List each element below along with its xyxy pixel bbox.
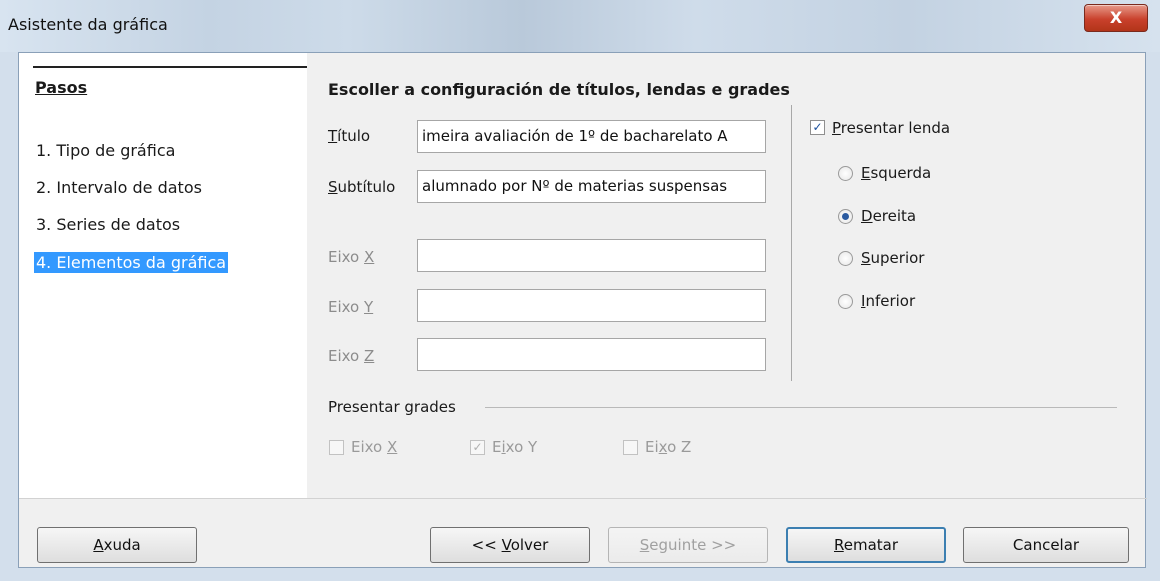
title-label: Título xyxy=(328,127,371,145)
close-button[interactable]: X xyxy=(1084,4,1148,32)
steps-panel: Pasos 1. Tipo de gráfica 2. Intervalo de… xyxy=(19,53,307,498)
grids-group-label: Presentar grades xyxy=(328,398,456,416)
grid-x-checkbox[interactable] xyxy=(329,440,344,455)
next-button[interactable]: Seguinte >> xyxy=(608,527,768,563)
legend-top-label[interactable]: Superior xyxy=(861,249,924,267)
z-axis-label: Eixo Z xyxy=(328,347,375,365)
y-axis-label: Eixo Y xyxy=(328,298,374,316)
cancel-button[interactable]: Cancelar xyxy=(963,527,1129,563)
legend-top-radio[interactable] xyxy=(838,251,853,266)
x-axis-label: Eixo X xyxy=(328,248,375,266)
legend-left-radio[interactable] xyxy=(838,166,853,181)
x-axis-input[interactable] xyxy=(417,239,766,272)
subtitle-label: Subtítulo xyxy=(328,178,396,196)
title-input[interactable]: imeira avaliación de 1º de bacharelato A xyxy=(417,120,766,153)
window-frame-bottom xyxy=(0,568,1160,581)
show-legend-checkbox[interactable]: ✓ xyxy=(810,120,825,135)
chart-wizard-dialog: Asistente da gráfica X Pasos 1. Tipo de … xyxy=(0,0,1160,581)
finish-button[interactable]: Rematar xyxy=(786,527,946,563)
legend-right-label[interactable]: Dereita xyxy=(861,207,916,225)
help-button[interactable]: Axuda xyxy=(37,527,197,563)
show-legend-label[interactable]: Presentar lenda xyxy=(832,119,950,137)
dialog-body: Pasos 1. Tipo de gráfica 2. Intervalo de… xyxy=(18,52,1147,568)
grid-y-checkbox[interactable]: ✓ xyxy=(470,440,485,455)
window-frame-right xyxy=(1146,52,1160,581)
grid-x-label[interactable]: Eixo X xyxy=(351,438,397,456)
y-axis-input[interactable] xyxy=(417,289,766,322)
grid-y-label[interactable]: Eixo Y xyxy=(492,438,537,456)
button-row-separator xyxy=(19,498,1147,499)
legend-bottom-label[interactable]: Inferior xyxy=(861,292,915,310)
grid-z-label[interactable]: Eixo Z xyxy=(645,438,691,456)
legend-right-radio[interactable] xyxy=(838,209,853,224)
step-chart-elements[interactable]: 4. Elementos da gráfica xyxy=(34,252,229,273)
legend-bottom-radio[interactable] xyxy=(838,294,853,309)
section-heading: Escoller a configuración de títulos, len… xyxy=(328,80,790,99)
grids-group-line xyxy=(485,407,1117,408)
subtitle-input[interactable]: alumnado por Nº de materias suspensas xyxy=(417,170,766,203)
back-button[interactable]: << Volver xyxy=(430,527,590,563)
grid-z-checkbox[interactable] xyxy=(623,440,638,455)
step-data-series[interactable]: 3. Series de datos xyxy=(34,214,182,235)
window-title: Asistente da gráfica xyxy=(8,15,168,34)
title-bar[interactable]: Asistente da gráfica X xyxy=(0,0,1160,52)
window-frame-left xyxy=(0,52,18,581)
vertical-separator xyxy=(791,105,792,381)
legend-left-label[interactable]: Esquerda xyxy=(861,164,931,182)
step-chart-type[interactable]: 1. Tipo de gráfica xyxy=(34,140,177,161)
z-axis-input[interactable] xyxy=(417,338,766,371)
step-data-range[interactable]: 2. Intervalo de datos xyxy=(34,177,204,198)
steps-heading: Pasos xyxy=(35,78,88,97)
close-icon: X xyxy=(1109,8,1123,27)
steps-divider xyxy=(33,66,307,68)
